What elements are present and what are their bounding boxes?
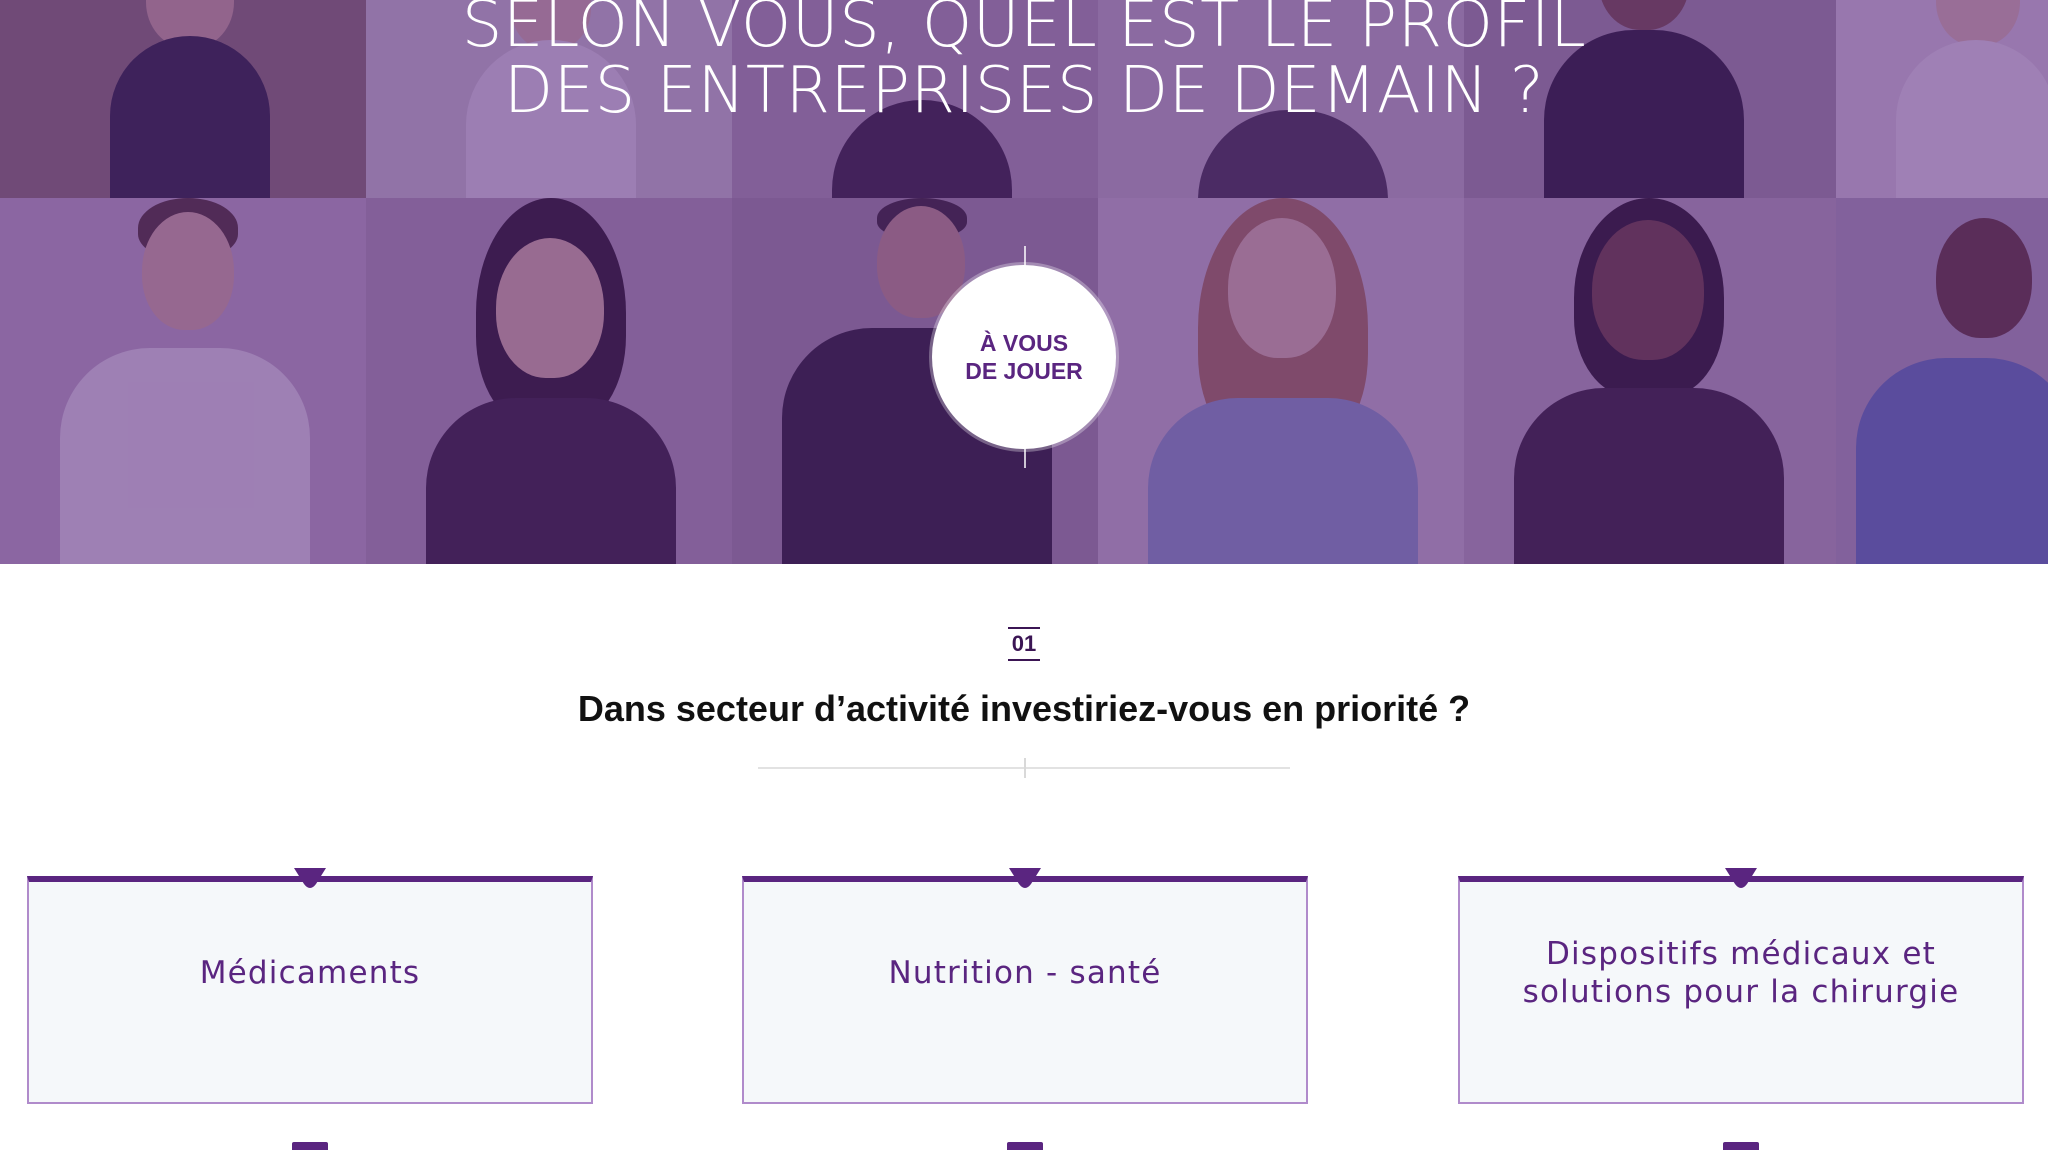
answer-option-dispositifs-medicaux[interactable]: Dispositifs médicaux et solutions pour l… bbox=[1458, 868, 2024, 1104]
next-card-marker bbox=[292, 1142, 328, 1150]
connector-line-bottom bbox=[1024, 448, 1026, 468]
answer-option-label: Dispositifs médicaux et solutions pour l… bbox=[1522, 936, 1960, 1010]
connector-line-top bbox=[1024, 246, 1026, 266]
next-card-marker bbox=[1723, 1142, 1759, 1150]
play-button-line: À VOUS bbox=[979, 330, 1069, 356]
answer-option-label: Médicaments bbox=[199, 955, 421, 991]
pin-marker-icon bbox=[1009, 868, 1041, 888]
hero-banner: SELON VOUS, QUEL EST LE PROFIL DES ENTRE… bbox=[0, 0, 2048, 564]
pin-marker-icon bbox=[294, 868, 326, 888]
answer-option-nutrition-sante[interactable]: Nutrition - santé bbox=[742, 868, 1308, 1104]
hero-title-line: SELON VOUS, QUEL EST LE PROFIL bbox=[461, 0, 1587, 62]
question-text: Dans secteur d’activité investiriez-vous… bbox=[577, 688, 1471, 729]
hero-title: SELON VOUS, QUEL EST LE PROFIL DES ENTRE… bbox=[0, 0, 2048, 124]
question-number: 01 bbox=[1008, 627, 1040, 661]
divider-tick bbox=[1024, 758, 1026, 778]
play-button[interactable]: À VOUS DE JOUER bbox=[932, 265, 1116, 449]
answer-option-label: Nutrition - santé bbox=[888, 955, 1162, 991]
hero-title-line: DES ENTREPRISES DE DEMAIN ? bbox=[503, 54, 1545, 128]
answer-option-medicaments[interactable]: Médicaments bbox=[27, 868, 593, 1104]
pin-marker-icon bbox=[1725, 868, 1757, 888]
next-card-marker bbox=[1007, 1142, 1043, 1150]
play-button-line: DE JOUER bbox=[965, 358, 1083, 384]
